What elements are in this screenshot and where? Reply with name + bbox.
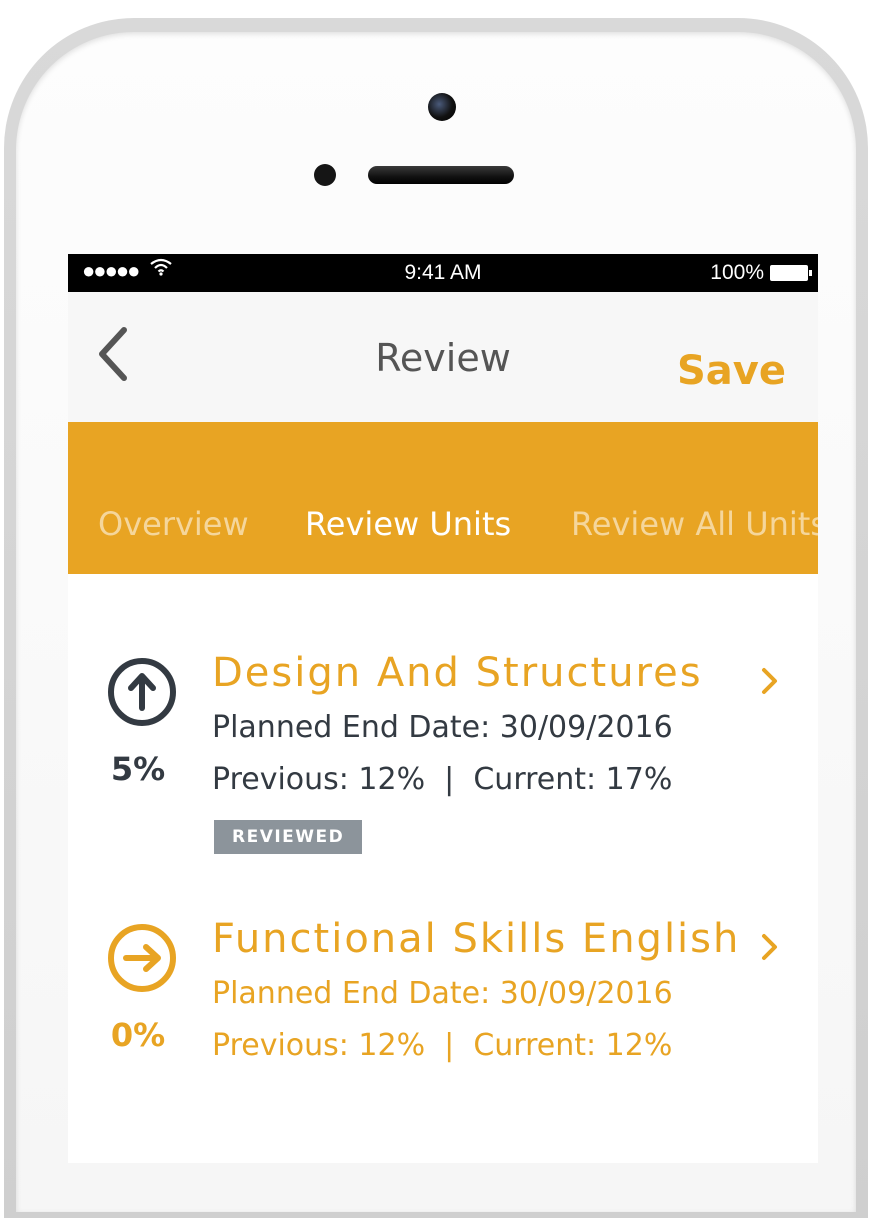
unit-progress: Previous: 12% | Current: 12% <box>212 1028 672 1063</box>
unit-percent: 0% <box>110 1016 166 1054</box>
unit-progress-text: Previous: 12% | Current: 12% <box>212 1028 673 1063</box>
tab-review-all-units[interactable]: Review All Units <box>571 505 818 543</box>
camera-icon <box>428 93 456 121</box>
unit-item-design-and-structures[interactable]: 5% Design And Structures Planned End Dat… <box>68 650 818 916</box>
unit-title: Functional Skills English <box>212 916 741 962</box>
sensor-icon <box>314 164 336 186</box>
arrow-right-circle-icon <box>108 924 176 992</box>
battery-percent: 100% <box>710 261 764 284</box>
chevron-right-icon <box>762 934 777 960</box>
status-bar: ●●●●● 9:41 AM 100% <box>68 254 818 292</box>
tab-bar: Overview Review Units Review All Units <box>68 422 818 574</box>
unit-item-functional-skills-english[interactable]: 0% Functional Skills English Planned End… <box>68 916 818 1163</box>
unit-progress-text: Previous: 12% | Current: 17% <box>212 762 673 797</box>
unit-planned-end-date: Planned End Date: 30/09/2016 <box>212 976 673 1011</box>
arrow-up-circle-icon <box>108 658 176 726</box>
phone-mockup: ●●●●● 9:41 AM 100% Review Save Overview … <box>0 0 872 1218</box>
status-time: 9:41 AM <box>404 261 482 284</box>
unit-percent: 5% <box>110 750 166 788</box>
app-screen: ●●●●● 9:41 AM 100% Review Save Overview … <box>68 254 818 1163</box>
unit-list: 5% Design And Structures Planned End Dat… <box>68 574 818 1163</box>
chevron-right-icon <box>762 668 777 694</box>
navigation-bar: Review Save <box>68 292 818 422</box>
status-battery: 100% <box>710 261 812 285</box>
unit-title: Design And Structures <box>212 650 703 696</box>
unit-progress: Previous: 12% | Current: 17% <box>212 762 672 797</box>
unit-planned-end-date: Planned End Date: 30/09/2016 <box>212 710 673 745</box>
battery-icon <box>770 265 812 281</box>
speaker-icon <box>368 166 514 184</box>
tab-overview[interactable]: Overview <box>98 505 249 543</box>
tab-review-units[interactable]: Review Units <box>305 505 511 543</box>
status-badge: REVIEWED <box>214 820 363 854</box>
save-button[interactable]: Save <box>677 348 786 394</box>
